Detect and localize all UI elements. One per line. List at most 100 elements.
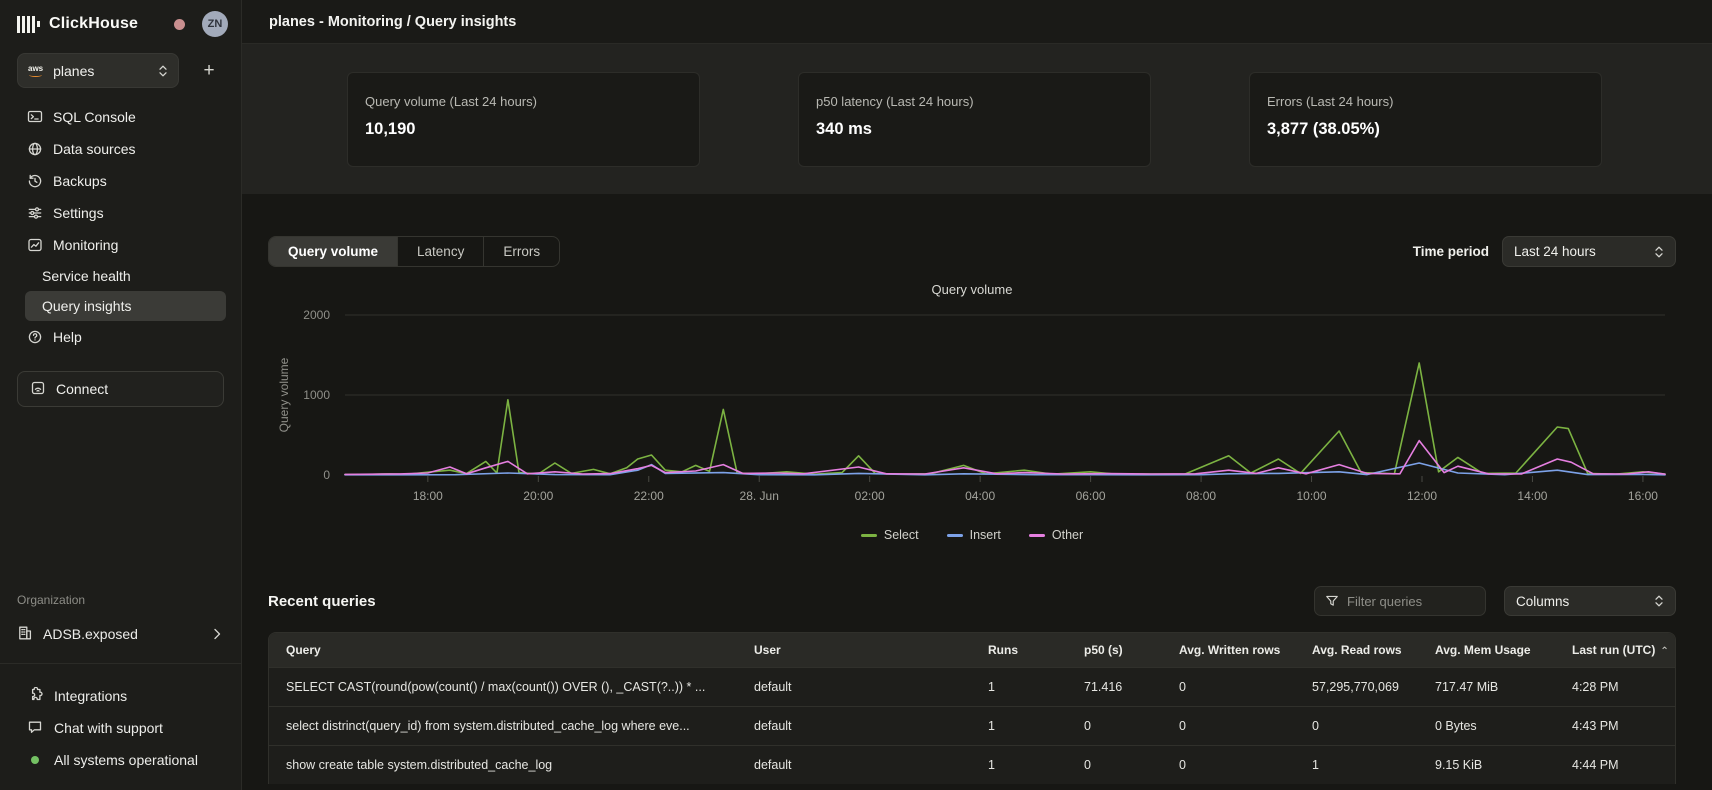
time-period-select[interactable]: Last 24 hours [1502,236,1676,267]
legend-item-insert[interactable]: Insert [947,528,1001,542]
puzzle-icon [27,687,43,706]
column-header-last-run-utc[interactable]: Last run (UTC)⌃ [1555,643,1675,657]
cell-p50-s: 71.416 [1067,680,1162,694]
add-service-button[interactable]: + [198,60,220,82]
x-tick-label: 02:00 [855,489,885,503]
sidebar-item-sql-console[interactable]: SQL Console [0,101,241,133]
cell-p50-s: 0 [1067,758,1162,772]
sidebar-item-backups[interactable]: Backups [0,165,241,197]
x-tick-label: 18:00 [413,489,443,503]
connect-button[interactable]: Connect [17,371,224,407]
sidebar-item-service-health[interactable]: Service health [25,261,226,291]
chevron-up-down-icon [1654,594,1664,608]
stat-card-p50-latency: p50 latency (Last 24 hours) 340 ms [798,72,1151,167]
page-title: planes - Monitoring / Query insights [269,14,516,30]
service-name: planes [53,63,158,79]
sidebar-item-data-sources[interactable]: Data sources [0,133,241,165]
sidebar: ClickHouse ZN aws planes + SQL Console D… [0,0,242,790]
x-tick-label: 22:00 [634,489,664,503]
x-tick-label: 28. Jun [740,489,779,503]
sidebar-item-integrations[interactable]: Integrations [0,680,241,712]
cell-user: default [737,719,971,733]
y-tick-label: 1000 [303,388,330,402]
connect-label: Connect [56,381,108,397]
cell-avg-mem-usage: 717.47 MiB [1418,680,1555,694]
table-row[interactable]: SELECT CAST(round(pow(count() / max(coun… [269,667,1675,706]
history-icon [27,173,43,189]
column-header-p50-s[interactable]: p50 (s) [1067,643,1162,657]
brand-row: ClickHouse ZN [0,0,241,46]
cell-runs: 1 [971,719,1067,733]
cell-avg-written-rows: 0 [1162,758,1295,772]
stat-value: 10,190 [365,120,682,139]
cell-query: select distrinct(query_id) from system.d… [269,719,737,733]
column-header-query[interactable]: Query [269,643,737,657]
recent-queries-table: QueryUserRunsp50 (s)Avg. Written rowsAvg… [268,632,1676,784]
column-header-avg-read-rows[interactable]: Avg. Read rows [1295,643,1418,657]
tab-latency[interactable]: Latency [398,237,484,266]
sort-asc-icon: ⌃ [1660,646,1668,657]
table-row[interactable]: show create table system.distributed_cac… [269,745,1675,784]
x-tick-label: 14:00 [1517,489,1547,503]
cell-p50-s: 0 [1067,719,1162,733]
column-header-avg-mem-usage[interactable]: Avg. Mem Usage [1418,643,1555,657]
chart-legend: Select Insert Other [268,528,1676,542]
stat-label: p50 latency (Last 24 hours) [816,94,1133,109]
table-row[interactable]: select distrinct(query_id) from system.d… [269,706,1675,745]
legend-item-select[interactable]: Select [861,528,919,542]
series-select [345,363,1665,475]
tab-query-volume[interactable]: Query volume [269,237,398,266]
legend-label: Select [884,528,919,542]
columns-label: Columns [1516,594,1569,609]
avatar[interactable]: ZN [202,11,228,37]
organization-name: ADSB.exposed [43,626,138,642]
cell-avg-mem-usage: 0 Bytes [1418,719,1555,733]
stats-band: Query volume (Last 24 hours) 10,190 p50 … [242,44,1712,194]
cell-query: show create table system.distributed_cac… [269,758,737,772]
column-header-runs[interactable]: Runs [971,643,1067,657]
cell-user: default [737,758,971,772]
sidebar-item-system-status[interactable]: All systems operational [0,744,241,776]
chevron-up-down-icon [1654,245,1664,259]
sidebar-item-label: Monitoring [53,237,118,253]
help-icon [27,329,43,345]
organization-switcher[interactable]: ADSB.exposed [0,617,241,651]
operational-status-icon [31,756,39,764]
legend-swatch [861,534,877,537]
sidebar-item-monitoring[interactable]: Monitoring [0,229,241,261]
y-tick-label: 0 [323,468,330,482]
legend-swatch [947,534,963,537]
filter-queries-input[interactable] [1347,594,1467,609]
column-header-user[interactable]: User [737,643,971,657]
chevron-right-icon [213,628,221,640]
chevron-up-down-icon [158,64,168,78]
sidebar-item-label: Settings [53,205,104,221]
columns-select[interactable]: Columns [1504,586,1676,616]
query-volume-chart: 010002000Query volume18:0020:0022:0028. … [268,299,1676,521]
service-status-dot [174,19,185,30]
column-header-avg-written-rows[interactable]: Avg. Written rows [1162,643,1295,657]
sidebar-item-label: Query insights [42,298,131,314]
stat-card-errors: Errors (Last 24 hours) 3,877 (38.05%) [1249,72,1602,167]
sidebar-item-query-insights[interactable]: Query insights [25,291,226,321]
brand-name: ClickHouse [49,15,138,33]
time-period-value: Last 24 hours [1514,244,1596,259]
tab-errors[interactable]: Errors [484,237,559,266]
legend-item-other[interactable]: Other [1029,528,1083,542]
chart-title: Query volume [268,282,1676,297]
topbar: planes - Monitoring / Query insights [242,0,1712,44]
x-tick-label: 08:00 [1186,489,1216,503]
cell-query: SELECT CAST(round(pow(count() / max(coun… [269,680,737,694]
chart-tabs: Query volume Latency Errors [268,236,560,267]
cell-avg-written-rows: 0 [1162,680,1295,694]
sidebar-item-label: SQL Console [53,109,136,125]
queries-table-body: SELECT CAST(round(pow(count() / max(coun… [269,667,1675,784]
stat-value: 3,877 (38.05%) [1267,120,1584,139]
sidebar-item-chat-with-support[interactable]: Chat with support [0,712,241,744]
cell-avg-read-rows: 57,295,770,069 [1295,680,1418,694]
footer-item-label: Chat with support [54,720,163,736]
service-selector[interactable]: aws planes [17,53,179,88]
sidebar-item-help[interactable]: Help [0,321,241,353]
cell-avg-written-rows: 0 [1162,719,1295,733]
sidebar-item-settings[interactable]: Settings [0,197,241,229]
